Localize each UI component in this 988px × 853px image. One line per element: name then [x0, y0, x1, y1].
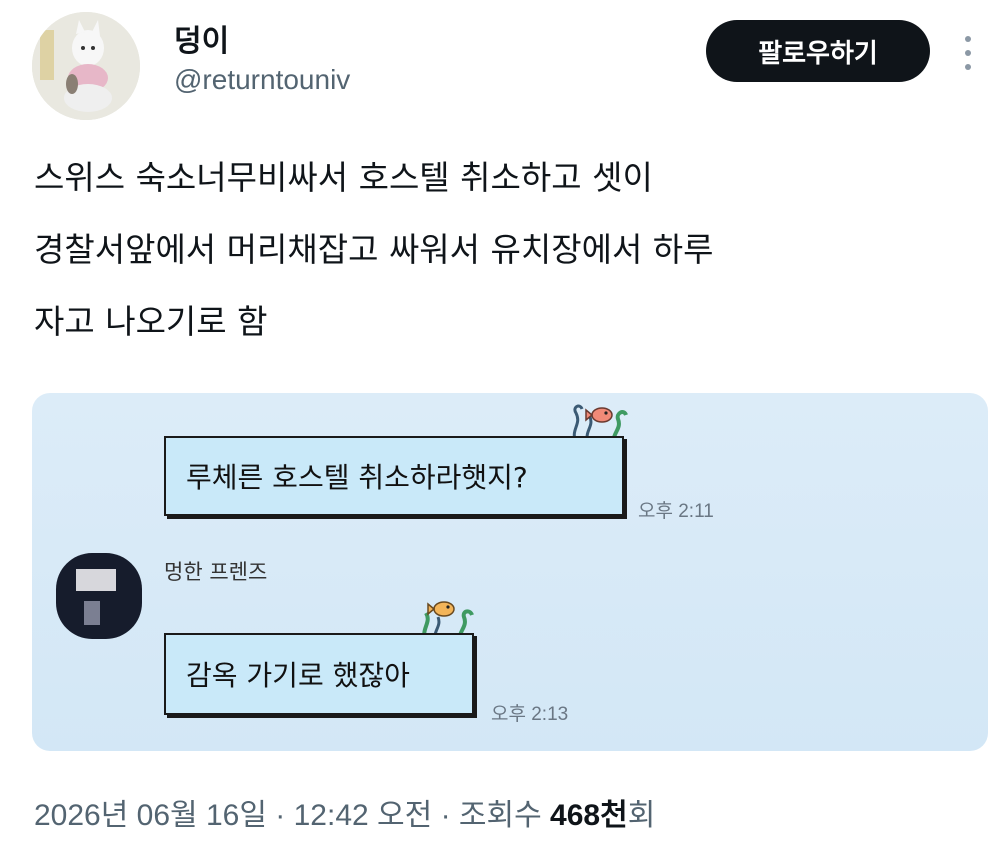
more-vertical-icon[interactable] — [960, 36, 976, 70]
chat-screenshot-image[interactable]: 루체른 호스텔 취소하라햇지? 오후 2:11 멍한 프렌즈 감옥 가기로 했잖… — [32, 393, 988, 751]
tweet-header: 덩이 @returntouniv 팔로우하기 — [0, 0, 988, 120]
meta-separator: · — [266, 799, 294, 832]
sender-name: 멍한 프렌즈 — [164, 560, 268, 584]
chat-bubble: 루체른 호스텔 취소하라햇지? — [164, 436, 624, 516]
views-label: 조회수 — [458, 799, 551, 832]
chat-bubble: 감옥 가기로 했잖아 — [164, 633, 474, 715]
tweet-text-line: 자고 나오기로 함 — [34, 302, 268, 341]
views-count: 468천 — [550, 799, 628, 832]
message-time: 오후 2:11 — [638, 501, 714, 522]
tweet-date[interactable]: 2026년 06월 16일 — [34, 799, 267, 832]
tweet-text: 스위스 숙소너무비싸서 호스텔 취소하고 셋이 경찰서앞에서 머리채잡고 싸워서… — [34, 142, 964, 358]
author-avatar[interactable] — [32, 12, 140, 120]
message-time: 오후 2:13 — [491, 704, 569, 725]
tweet-time[interactable]: 12:42 오전 — [294, 799, 433, 832]
author-handle[interactable]: @returntouniv — [174, 64, 350, 96]
views-suffix: 회 — [627, 799, 656, 832]
meta-separator: · — [432, 799, 459, 832]
tweet-text-line: 경찰서앞에서 머리채잡고 싸워서 유치장에서 하루 — [34, 230, 714, 269]
follow-button[interactable]: 팔로우하기 — [706, 20, 930, 82]
author-name[interactable]: 덩이 — [174, 16, 229, 60]
tweet-text-line: 스위스 숙소너무비싸서 호스텔 취소하고 셋이 — [34, 158, 653, 197]
friend-avatar — [56, 553, 142, 639]
tweet-meta: 2026년 06월 16일 · 12:42 오전 · 조회수 468천회 — [34, 790, 655, 834]
avatar-figure-icon — [32, 12, 140, 120]
